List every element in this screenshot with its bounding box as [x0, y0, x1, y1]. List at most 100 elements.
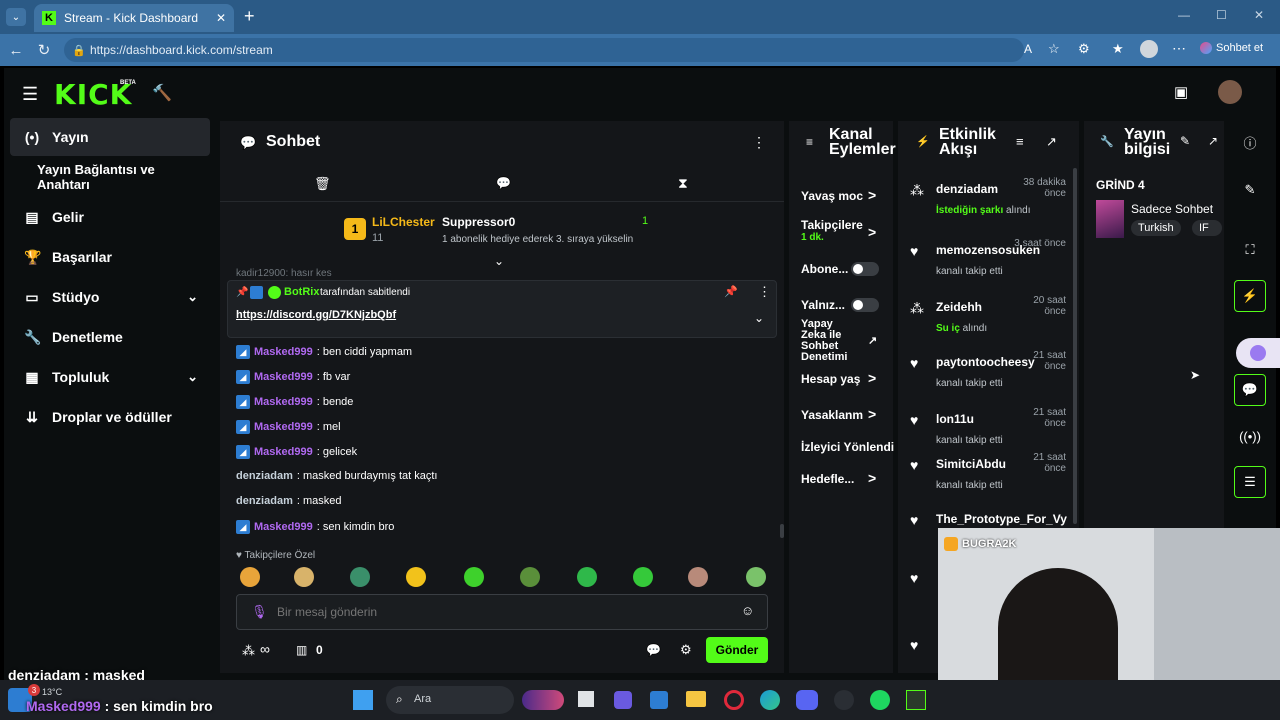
tag-chip[interactable]: IF — [1192, 220, 1222, 236]
maximize-icon[interactable]: ☐ — [1216, 8, 1227, 22]
copilot-chat-button[interactable]: Sohbet et — [1216, 42, 1263, 54]
account-age-row[interactable]: Hesap yaş — [801, 372, 860, 386]
filter-icon[interactable]: ≡ — [1016, 134, 1024, 149]
unpin-icon[interactable]: 📌 — [724, 285, 738, 298]
favorite-star-icon[interactable]: ☆ — [1048, 41, 1060, 57]
external-link-icon[interactable]: ↗ — [868, 334, 877, 347]
feed-username[interactable]: Zeidehh — [936, 300, 982, 314]
store-icon[interactable]: ▥ — [296, 643, 307, 657]
url-field[interactable]: 🔒 https://dashboard.kick.com/stream — [64, 38, 1024, 62]
gifter-name[interactable]: Suppressor0 — [442, 215, 515, 229]
feed-username[interactable]: lon11u — [936, 412, 974, 426]
sidebar-item-gelir[interactable]: ▤ Gelir — [10, 198, 210, 236]
subscribers-toggle[interactable] — [851, 262, 879, 276]
popout-icon[interactable]: ↗ — [1208, 134, 1218, 148]
discord-icon[interactable] — [796, 690, 818, 710]
store-app-icon[interactable] — [650, 691, 668, 709]
chat-bubble-icon[interactable]: 💬 — [1234, 374, 1266, 406]
chat-username[interactable]: Masked999 — [254, 371, 313, 383]
new-tab-icon[interactable]: + — [244, 6, 255, 27]
emote-10[interactable] — [746, 567, 766, 587]
chat-username[interactable]: Masked999 — [254, 446, 313, 458]
emote-7[interactable] — [577, 567, 597, 587]
chat-username[interactable]: Masked999 — [254, 346, 313, 358]
chat-input[interactable] — [277, 601, 717, 623]
info-icon[interactable]: ⓘ — [1234, 126, 1266, 158]
edit-pencil-icon[interactable]: ✎ — [1234, 174, 1266, 206]
chat-scrollbar[interactable] — [780, 524, 784, 538]
chevron-right-icon[interactable]: > — [868, 406, 876, 422]
windows-start-icon[interactable] — [353, 690, 373, 710]
kick-app-icon[interactable] — [906, 690, 926, 710]
profile-avatar[interactable] — [1140, 40, 1158, 58]
gift-box-icon[interactable]: ▣ — [1174, 83, 1188, 101]
capture-icon[interactable]: ⛶ — [1234, 234, 1266, 266]
close-window-icon[interactable]: ✕ — [1254, 8, 1264, 22]
followers-mode-row[interactable]: Takipçilere — [801, 218, 863, 232]
emote-8[interactable] — [633, 567, 653, 587]
category-name[interactable]: Sadece Sohbet — [1131, 202, 1221, 216]
sidebar-item-basarilar[interactable]: 🏆 Başarılar — [10, 238, 210, 276]
extensions-icon[interactable]: ⚙ — [1078, 41, 1090, 57]
emote-5[interactable] — [464, 567, 484, 587]
chat-username[interactable]: denziadam — [236, 470, 293, 482]
chat-username[interactable]: Masked999 — [254, 396, 313, 408]
chat-menu-icon[interactable]: ⋮ — [752, 134, 766, 151]
sidebar-item-yayin[interactable]: (•) Yayın — [10, 118, 210, 156]
chat-username[interactable]: denziadam — [236, 495, 293, 507]
widget-banner[interactable] — [522, 690, 564, 710]
emote-1[interactable] — [240, 567, 260, 587]
copilot-icon[interactable] — [1200, 42, 1212, 54]
feed-username[interactable]: The_Prototype_For_Vy — [936, 512, 1067, 526]
feed-username[interactable]: SimitciAbdu — [936, 457, 1006, 471]
chevron-right-icon[interactable]: > — [868, 370, 876, 386]
sidebar-item-droplar[interactable]: ⇊ Droplar ve ödüller — [10, 398, 210, 436]
tag-chip[interactable]: Turkish — [1131, 220, 1181, 236]
emote-2[interactable] — [294, 567, 314, 587]
trash-icon[interactable]: 🗑 — [314, 176, 331, 192]
emote-4[interactable] — [406, 567, 426, 587]
read-aloud-icon[interactable]: A — [1024, 42, 1032, 56]
chevron-right-icon[interactable]: > — [868, 224, 876, 240]
emote-3[interactable] — [350, 567, 370, 587]
feed-username[interactable]: denziadam — [936, 182, 998, 196]
obs-icon[interactable] — [834, 690, 854, 710]
chevron-right-icon[interactable]: > — [868, 187, 876, 203]
chat-username[interactable]: Masked999 — [254, 421, 313, 433]
goals-row[interactable]: Hedefle... — [801, 472, 854, 486]
edit-pencil-icon[interactable]: ✎ — [1180, 134, 1190, 148]
site-info-icon[interactable]: 🔒 — [72, 44, 86, 57]
hourglass-icon[interactable]: ⧗ — [678, 175, 688, 192]
sidebar-item-stream-key[interactable]: Yayın Bağlantısı ve Anahtarı — [10, 158, 210, 196]
feed-scrollbar[interactable] — [1073, 168, 1077, 524]
chat-mode-icon[interactable]: 💬 — [496, 176, 511, 190]
chat-username[interactable]: Masked999 — [254, 521, 313, 533]
broadcast-icon[interactable]: ((•)) — [1234, 420, 1266, 452]
teams-icon[interactable] — [614, 691, 632, 709]
send-button[interactable]: Gönder — [706, 637, 768, 663]
pinned-link[interactable]: https://discord.gg/D7KNjzbQbf — [236, 309, 396, 321]
chevron-right-icon[interactable]: > — [868, 470, 876, 486]
edge-icon[interactable] — [760, 690, 780, 710]
refresh-icon[interactable]: ↻ — [30, 36, 58, 64]
emoji-icon[interactable]: ☺ — [741, 603, 754, 618]
spotify-icon[interactable] — [870, 690, 890, 710]
hamburger-menu-icon[interactable]: ☰ — [22, 84, 38, 105]
leader-name[interactable]: LiLChester — [372, 215, 435, 229]
favorites-icon[interactable]: ★ — [1112, 41, 1124, 57]
mod-hammer-icon[interactable]: 🔨 — [152, 83, 172, 103]
popout-icon[interactable]: ↗ — [1046, 134, 1057, 150]
settings-gear-icon[interactable]: ⚙ — [680, 642, 692, 658]
slow-mode-row[interactable]: Yavaş moc — [801, 189, 863, 203]
sidebar-item-studyo[interactable]: ▭ Stüdyo ⌄ — [10, 278, 210, 316]
expand-pinned-icon[interactable]: ⌄ — [754, 311, 764, 325]
opera-icon[interactable] — [724, 690, 744, 710]
sidebar-item-topluluk[interactable]: ▦ Topluluk ⌄ — [10, 358, 210, 396]
list-icon[interactable]: ☰ — [1234, 466, 1266, 498]
overlay-widget[interactable] — [1236, 338, 1280, 368]
taskbar-search[interactable]: ⌕ Ara — [386, 686, 514, 714]
more-menu-icon[interactable]: ⋯ — [1172, 40, 1186, 57]
banned-words-row[interactable]: Yasaklanm — [801, 408, 863, 422]
task-view-icon[interactable] — [578, 691, 594, 707]
emote-9[interactable] — [688, 567, 708, 587]
